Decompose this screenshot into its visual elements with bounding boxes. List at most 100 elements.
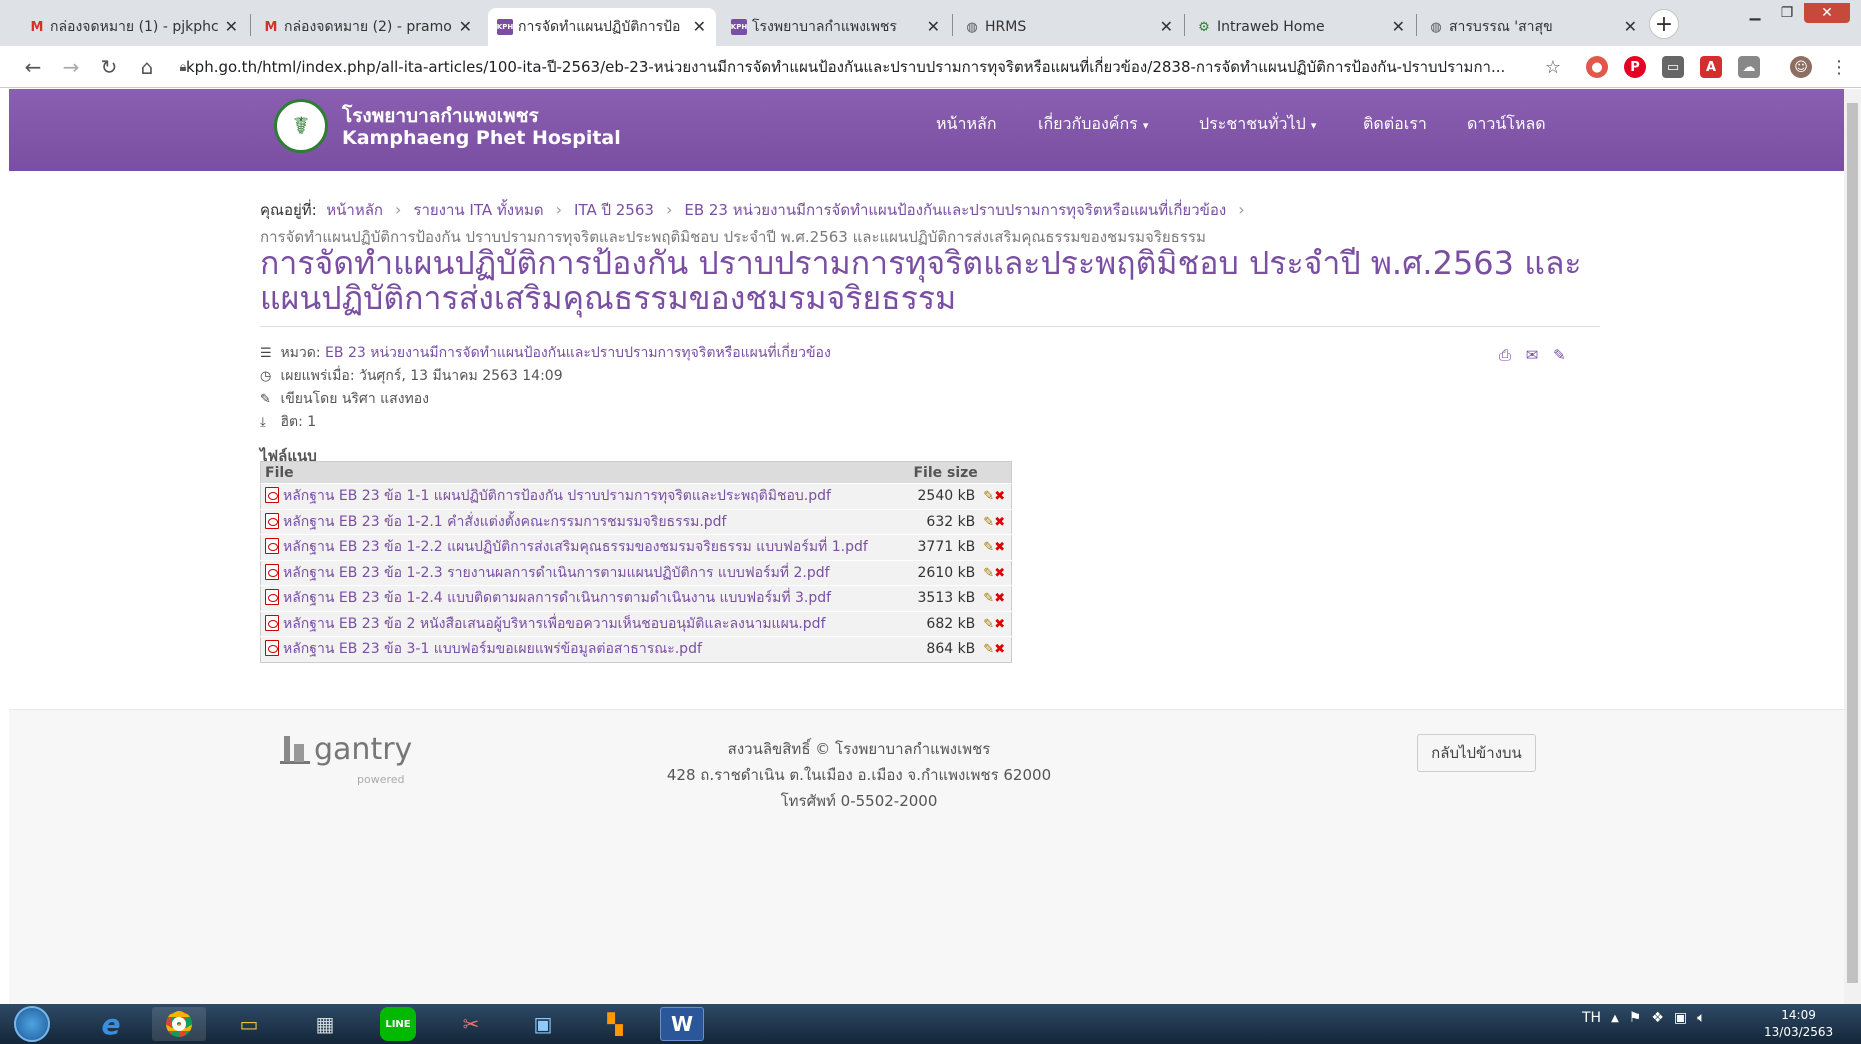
close-tab-icon[interactable]: ✕: [1624, 17, 1637, 36]
pinterest-icon[interactable]: P: [1624, 56, 1646, 78]
edit-icon[interactable]: ✎: [983, 591, 994, 606]
edit-icon[interactable]: ✎: [1553, 346, 1566, 364]
file-size: 2610 kB: [909, 559, 980, 586]
restore-icon[interactable]: ❐: [1772, 3, 1802, 23]
file-explorer-icon[interactable]: ▭: [222, 1007, 276, 1041]
ie-icon[interactable]: e: [84, 1007, 138, 1041]
network-icon[interactable]: ▣: [1674, 1010, 1687, 1026]
reload-icon[interactable]: ↻: [96, 54, 122, 80]
table-row: หลักฐาน EB 23 ข้อ 1-2.3 รายงานผลการดำเนิ…: [260, 559, 1012, 586]
line-icon[interactable]: LINE: [380, 1007, 416, 1041]
attachment-link[interactable]: หลักฐาน EB 23 ข้อ 3-1 แบบฟอร์มขอเผยแพร่ข…: [283, 641, 702, 657]
start-button[interactable]: [14, 1006, 50, 1042]
breadcrumb-ita-2563[interactable]: ITA ปี 2563: [574, 201, 654, 219]
snipping-tool-icon[interactable]: ✂: [444, 1007, 498, 1041]
avatar[interactable]: ☺: [1790, 56, 1812, 78]
browser-tab[interactable]: ◍ HRMS ✕: [955, 8, 1183, 46]
edit-icon[interactable]: ✎: [983, 566, 994, 581]
file-size: 3771 kB: [909, 534, 980, 560]
edit-icon[interactable]: ✎: [983, 515, 994, 530]
menu-contact[interactable]: ติดต่อเรา: [1363, 112, 1427, 137]
close-window-icon[interactable]: ✕: [1804, 3, 1850, 23]
breadcrumb-home[interactable]: หน้าหลัก: [326, 201, 383, 219]
flag-icon[interactable]: ⚑: [1629, 1010, 1642, 1026]
page-scrollbar[interactable]: [1844, 89, 1861, 1004]
menu-kebab-icon[interactable]: ⋮: [1826, 54, 1852, 80]
site-name-en[interactable]: Kamphaeng Phet Hospital: [342, 127, 621, 149]
delete-icon[interactable]: ✖: [994, 515, 1005, 530]
back-to-top-button[interactable]: กลับไปข้างบน: [1417, 734, 1536, 772]
gantry-logo[interactable]: gantry: [280, 732, 412, 765]
article-hits: ⤓ ฮิต: 1: [260, 414, 317, 430]
delete-icon[interactable]: ✖: [994, 566, 1005, 581]
chrome-icon[interactable]: [152, 1007, 206, 1041]
calculator-icon[interactable]: ▦: [298, 1007, 352, 1041]
taskbar-clock[interactable]: 14:09 13/03/2563: [1764, 1007, 1833, 1041]
new-tab-button[interactable]: +: [1649, 9, 1679, 39]
home-icon[interactable]: ⌂: [134, 54, 160, 80]
attachment-link[interactable]: หลักฐาน EB 23 ข้อ 1-2.3 รายงานผลการดำเนิ…: [283, 565, 830, 581]
volume-icon[interactable]: 🔈︎: [1697, 1010, 1705, 1026]
minimize-icon[interactable]: ▁: [1740, 3, 1770, 23]
close-tab-icon[interactable]: ✕: [225, 17, 238, 36]
browser-tab[interactable]: KPH โรงพยาบาลกำแพงเพชร ✕: [722, 8, 950, 46]
pdf-extension-icon[interactable]: A: [1700, 56, 1722, 78]
extension-icon[interactable]: ●: [1586, 56, 1608, 78]
close-tab-icon[interactable]: ✕: [1160, 17, 1173, 36]
browser-tab-active[interactable]: KPH การจัดทำแผนปฏิบัติการป้อ ✕: [488, 8, 716, 46]
delete-icon[interactable]: ✖: [994, 591, 1005, 606]
gmail-icon: M: [264, 19, 278, 35]
menu-public[interactable]: ประชาชนทั่วไป ▾: [1199, 112, 1316, 137]
delete-icon[interactable]: ✖: [994, 642, 1005, 657]
tray-expand-icon[interactable]: ▲: [1611, 1013, 1619, 1024]
scrollbar-thumb[interactable]: [1847, 103, 1858, 983]
edit-icon[interactable]: ✎: [983, 617, 994, 632]
list-icon: ☰: [260, 346, 272, 361]
dropbox-icon[interactable]: ❖: [1651, 1010, 1664, 1026]
attachment-link[interactable]: หลักฐาน EB 23 ข้อ 1-2.2 แผนปฏิบัติการส่ง…: [283, 539, 868, 555]
table-row: หลักฐาน EB 23 ข้อ 1-2.2 แผนปฏิบัติการส่ง…: [260, 534, 1012, 560]
bookmark-star-icon[interactable]: ☆: [1540, 54, 1566, 80]
browser-tab[interactable]: M กล่องจดหมาย (1) - pjkphc ✕: [20, 8, 248, 46]
file-size: 632 kB: [909, 508, 980, 535]
menu-download[interactable]: ดาวน์โหลด: [1467, 112, 1546, 137]
menu-about[interactable]: เกี่ยวกับองค์กร ▾: [1038, 112, 1148, 137]
attachment-link[interactable]: หลักฐาน EB 23 ข้อ 1-1 แผนปฏิบัติการป้องก…: [283, 488, 831, 504]
hospital-logo[interactable]: ☤: [274, 99, 328, 153]
category-link[interactable]: EB 23 หน่วยงานมีการจัดทำแผนป้องกันและปรา…: [325, 345, 831, 361]
cloud-icon[interactable]: ☁: [1738, 56, 1760, 78]
pdf-icon: [265, 487, 279, 504]
attachment-link[interactable]: หลักฐาน EB 23 ข้อ 2 หนังสือเสนอผู้บริหาร…: [283, 616, 826, 632]
edit-icon[interactable]: ✎: [983, 540, 994, 555]
attachment-link[interactable]: หลักฐาน EB 23 ข้อ 1-2.1 คำสั่งแต่งตั้งคณ…: [283, 514, 727, 530]
email-icon[interactable]: ✉: [1526, 346, 1539, 364]
delete-icon[interactable]: ✖: [994, 540, 1005, 555]
browser-tab[interactable]: ◍ สารบรรณ 'สาสุข ✕: [1419, 8, 1647, 46]
edit-icon[interactable]: ✎: [983, 489, 994, 504]
file-size: 2540 kB: [909, 483, 980, 509]
delete-icon[interactable]: ✖: [994, 617, 1005, 632]
edit-icon[interactable]: ✎: [983, 642, 994, 657]
clock-icon: ◷: [260, 369, 272, 384]
breadcrumb-eb23[interactable]: EB 23 หน่วยงานมีการจัดทำแผนป้องกันและปรา…: [684, 201, 1226, 219]
extension-icon[interactable]: ▭: [1662, 56, 1684, 78]
close-tab-icon[interactable]: ✕: [1392, 17, 1405, 36]
browser-tab[interactable]: M กล่องจดหมาย (2) - pramo ✕: [254, 8, 482, 46]
back-icon[interactable]: ←: [20, 54, 46, 80]
print-icon[interactable]: ⎙: [1499, 346, 1511, 364]
browser-tab[interactable]: ⚙ Intraweb Home ✕: [1187, 8, 1415, 46]
input-language[interactable]: TH: [1582, 1010, 1601, 1026]
breadcrumb-ita-all[interactable]: รายงาน ITA ทั้งหมด: [413, 201, 543, 219]
close-tab-icon[interactable]: ✕: [927, 17, 940, 36]
picture-viewer-icon[interactable]: ▣: [516, 1007, 570, 1041]
attachment-link[interactable]: หลักฐาน EB 23 ข้อ 1-2.4 แบบติดตามผลการดำ…: [283, 590, 831, 606]
close-tab-icon[interactable]: ✕: [693, 17, 706, 36]
menu-home[interactable]: หน้าหลัก: [936, 112, 997, 137]
windows-app-icon[interactable]: ▚: [588, 1007, 642, 1041]
forward-icon[interactable]: →: [58, 54, 84, 80]
word-icon[interactable]: W: [660, 1007, 704, 1041]
delete-icon[interactable]: ✖: [994, 489, 1005, 504]
pdf-icon: [265, 538, 279, 555]
address-bar[interactable]: kph.go.th/html/index.php/all-ita-article…: [186, 54, 1526, 80]
close-tab-icon[interactable]: ✕: [459, 17, 472, 36]
